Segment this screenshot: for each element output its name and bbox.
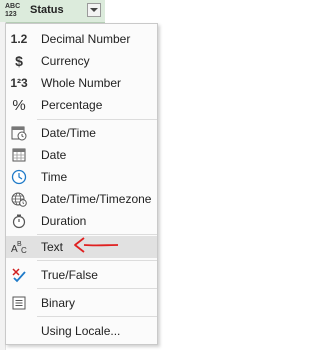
currency-icon: $ bbox=[15, 53, 23, 69]
menu-item-whole-number[interactable]: 1²3 Whole Number bbox=[6, 72, 157, 94]
menu-separator bbox=[37, 288, 157, 289]
menu-item-date-time-timezone[interactable]: Date/Time/Timezone bbox=[6, 188, 157, 210]
menu-separator bbox=[37, 316, 157, 317]
menu-item-time[interactable]: Time bbox=[6, 166, 157, 188]
column-title: Status bbox=[30, 4, 64, 16]
menu-item-date-time[interactable]: Date/Time bbox=[6, 122, 157, 144]
data-type-menu: 1.2 Decimal Number $ Currency 1²3 Whole … bbox=[5, 23, 158, 345]
globe-icon bbox=[9, 190, 29, 208]
menu-item-binary[interactable]: Binary bbox=[6, 292, 157, 314]
menu-item-decimal-number[interactable]: 1.2 Decimal Number bbox=[6, 28, 157, 50]
menu-item-percentage[interactable]: % Percentage bbox=[6, 94, 157, 116]
duration-icon bbox=[9, 212, 29, 230]
svg-text:C: C bbox=[21, 246, 27, 255]
time-icon bbox=[9, 168, 29, 186]
date-time-icon bbox=[9, 124, 29, 142]
menu-item-true-false[interactable]: True/False bbox=[6, 264, 157, 286]
menu-separator bbox=[37, 119, 157, 120]
column-header[interactable]: ABC 123 Status bbox=[0, 0, 105, 23]
date-icon bbox=[9, 146, 29, 164]
decimal-number-icon: 1.2 bbox=[10, 32, 28, 46]
true-false-icon bbox=[9, 266, 29, 284]
menu-item-duration[interactable]: Duration bbox=[6, 210, 157, 232]
binary-icon bbox=[9, 294, 29, 312]
percentage-icon: % bbox=[12, 96, 26, 114]
any-type-icon[interactable]: ABC 123 bbox=[5, 3, 25, 19]
menu-item-currency[interactable]: $ Currency bbox=[6, 50, 157, 72]
column-dropdown-button[interactable] bbox=[87, 3, 101, 17]
menu-item-date[interactable]: Date bbox=[6, 144, 157, 166]
chevron-down-icon bbox=[90, 8, 98, 12]
text-type-icon: A B C bbox=[9, 238, 29, 256]
whole-number-icon: 1²3 bbox=[10, 76, 28, 90]
menu-separator bbox=[37, 260, 157, 261]
menu-item-using-locale[interactable]: Using Locale... bbox=[6, 320, 157, 342]
red-arrow-annotation-icon bbox=[74, 237, 119, 253]
